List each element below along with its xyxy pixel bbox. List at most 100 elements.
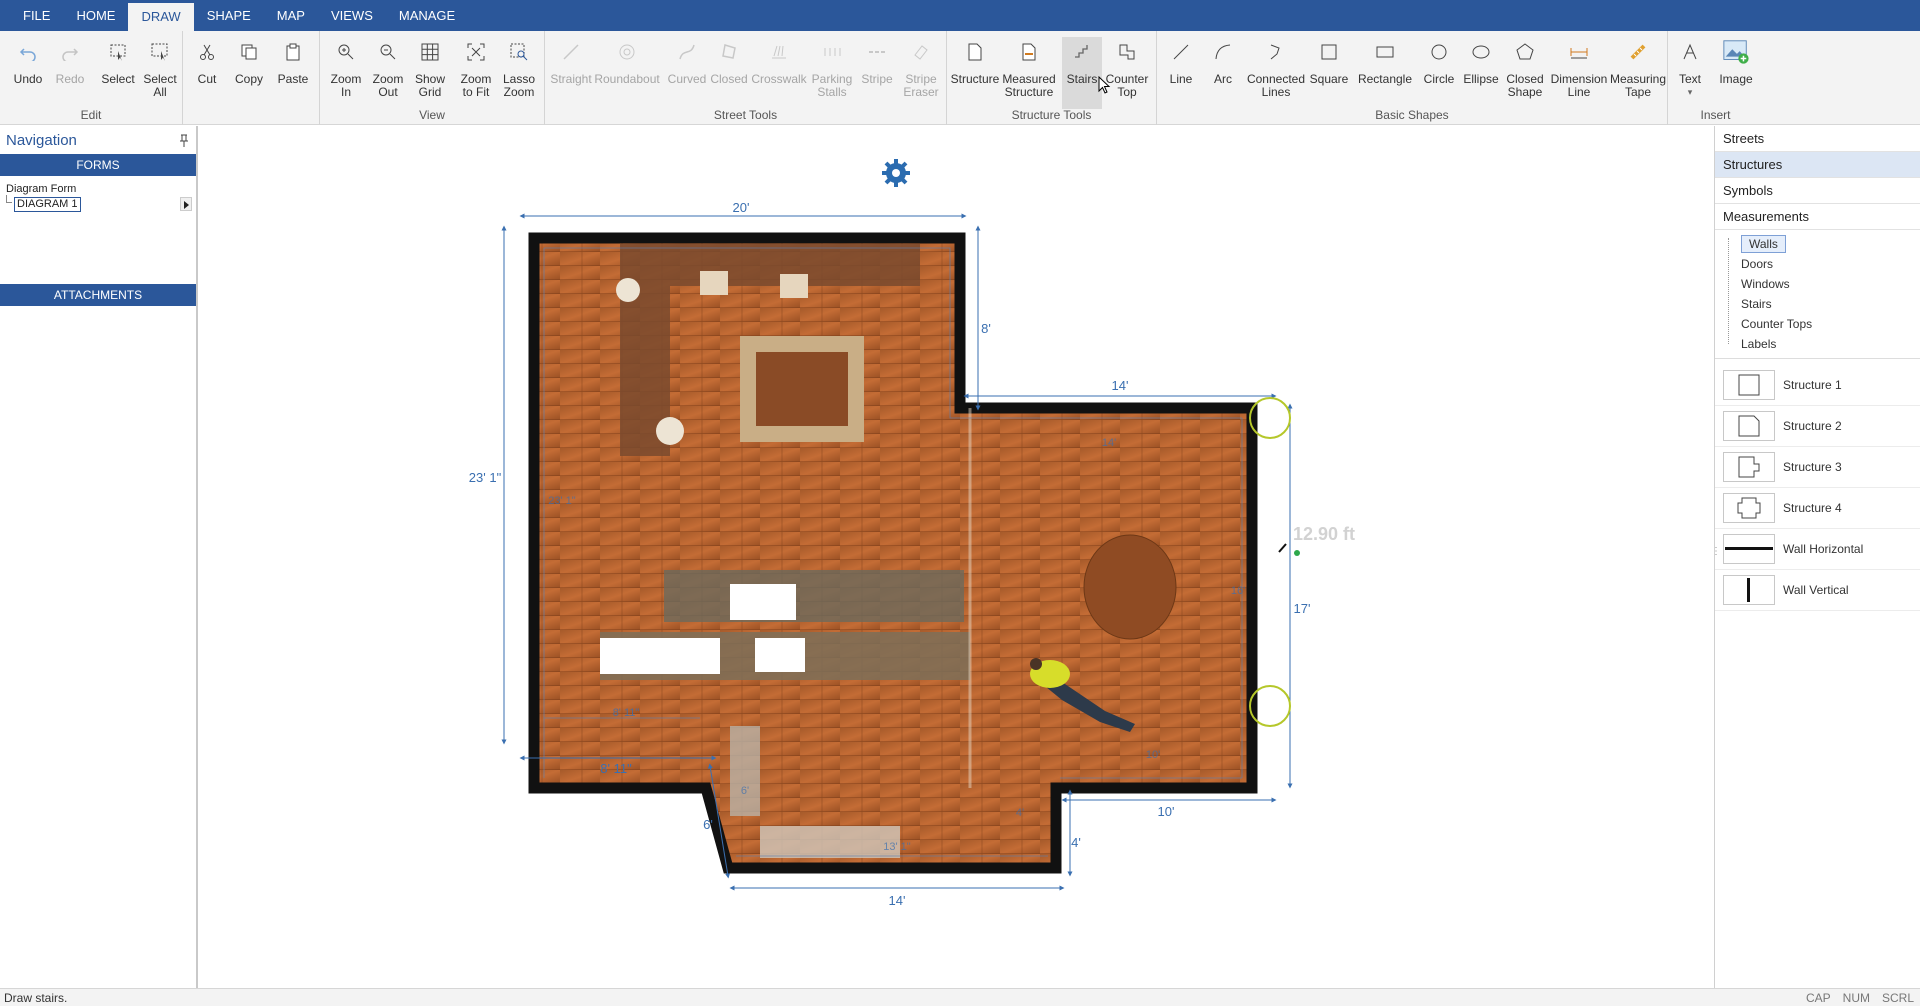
symbol-label: Structure 2	[1783, 419, 1842, 433]
copy-icon	[235, 37, 263, 67]
arc-button[interactable]: Arc	[1203, 37, 1243, 109]
cut-label: Cut	[197, 72, 217, 86]
curved-street-button[interactable]: Curved	[667, 37, 707, 109]
straight-label: Straight	[550, 72, 592, 86]
measured-structure-button[interactable]: Measured Structure	[1001, 37, 1057, 109]
tree-item-labels[interactable]: Labels	[1715, 334, 1920, 354]
num-indicator: NUM	[1842, 991, 1870, 1005]
forms-header[interactable]: FORMS	[0, 154, 196, 176]
measuring-tape-button[interactable]: Measuring Tape	[1610, 37, 1666, 109]
tab-map[interactable]: MAP	[264, 0, 318, 31]
status-bar: Draw stairs. CAP NUM SCRL	[0, 988, 1920, 1006]
gear-icon[interactable]	[882, 159, 910, 187]
symbol-structure-2[interactable]: Structure 2	[1715, 406, 1920, 447]
diagram-form-label: Diagram Form	[6, 183, 77, 195]
undo-button[interactable]: Undo	[8, 37, 48, 109]
zoom-fit-label: Zoom to Fit	[460, 72, 492, 99]
kitchen-island	[664, 570, 964, 622]
crosswalk-button[interactable]: Crosswalk	[751, 37, 807, 109]
paste-icon	[279, 37, 307, 67]
symbol-wall-vertical[interactable]: Wall Vertical	[1715, 570, 1920, 611]
stripe-button[interactable]: Stripe	[857, 37, 897, 109]
connected-lines-button[interactable]: Connected Lines	[1245, 37, 1307, 109]
expand-arrow-button[interactable]	[180, 197, 192, 211]
stairs-button[interactable]: Stairs	[1062, 37, 1102, 109]
tab-file[interactable]: FILE	[10, 0, 63, 31]
section-measurements[interactable]: Measurements	[1715, 204, 1920, 230]
tab-views[interactable]: VIEWS	[318, 0, 386, 31]
rectangle-icon	[1371, 37, 1399, 67]
tree-item-counter-tops[interactable]: Counter Tops	[1715, 314, 1920, 334]
dim-left-height: 23' 1"	[469, 470, 502, 485]
section-structures[interactable]: Structures	[1715, 152, 1920, 178]
zoom-out-button[interactable]: Zoom Out	[368, 37, 408, 109]
tree-item-walls[interactable]: Walls	[1715, 234, 1920, 254]
show-grid-button[interactable]: Show Grid	[410, 37, 450, 109]
straight-street-icon	[557, 37, 585, 67]
tree-item-doors[interactable]: Doors	[1715, 254, 1920, 274]
dim-bottom: 14'	[889, 893, 906, 908]
rectangle-label: Rectangle	[1357, 72, 1413, 86]
attachments-header[interactable]: ATTACHMENTS	[0, 284, 196, 306]
square-icon	[1315, 37, 1343, 67]
closed-street-button[interactable]: Closed	[709, 37, 749, 109]
symbol-structure-4[interactable]: Structure 4	[1715, 488, 1920, 529]
stripe-eraser-button[interactable]: Stripe Eraser	[899, 37, 943, 109]
text-button[interactable]: Text ▾	[1672, 37, 1708, 109]
splitter-handle[interactable]: ⋮	[1711, 546, 1721, 557]
status-indicators: CAP NUM SCRL	[1806, 991, 1914, 1005]
lasso-zoom-button[interactable]: Lasso Zoom	[498, 37, 540, 109]
text-icon	[1676, 37, 1704, 67]
drawing-canvas[interactable]: 20' 23' 1" 23' 1" 8' 14' 14' 17' 16' 10'…	[200, 126, 1712, 988]
tab-draw[interactable]: DRAW	[128, 3, 194, 31]
tree-item-windows[interactable]: Windows	[1715, 274, 1920, 294]
menu-bar: FILE HOME DRAW SHAPE MAP VIEWS MANAGE	[0, 0, 1920, 31]
clipboard-group: Cut Copy Paste	[183, 31, 320, 125]
stripe-eraser-label: Stripe Eraser	[903, 72, 939, 99]
image-button[interactable]: Image	[1714, 37, 1758, 109]
select-button[interactable]: Select	[96, 37, 140, 109]
pillow	[656, 417, 684, 445]
section-symbols[interactable]: Symbols	[1715, 178, 1920, 204]
symbol-wall-horizontal[interactable]: Wall Horizontal	[1715, 529, 1920, 570]
ribbon: Undo Redo Select Select All Edit Cut Cop…	[0, 31, 1920, 125]
tab-manage[interactable]: MANAGE	[386, 0, 468, 31]
circle-button[interactable]: Circle	[1419, 37, 1459, 109]
line-button[interactable]: Line	[1161, 37, 1201, 109]
dim-bottom-left: 8' 11"	[600, 761, 632, 776]
dim-inner-diagonal: 6'	[741, 785, 749, 797]
image-icon	[1722, 37, 1750, 67]
street-tools-group: Straight Roundabout Curved Closed Crossw…	[545, 31, 947, 125]
structure-button[interactable]: Structure	[951, 37, 999, 109]
straight-street-button[interactable]: Straight	[550, 37, 592, 109]
navigation-title: Navigation	[6, 132, 77, 149]
dimension-line-button[interactable]: Dimension Line	[1549, 37, 1609, 109]
redo-button[interactable]: Redo	[50, 37, 90, 109]
square-button[interactable]: Square	[1307, 37, 1351, 109]
ellipse-button[interactable]: Ellipse	[1461, 37, 1501, 109]
diagram-item[interactable]: DIAGRAM 1	[14, 197, 81, 212]
select-all-button[interactable]: Select All	[140, 37, 180, 109]
symbol-structure-1[interactable]: Structure 1	[1715, 365, 1920, 406]
zoom-in-button[interactable]: Zoom In	[326, 37, 366, 109]
tab-shape[interactable]: SHAPE	[194, 0, 264, 31]
paste-button[interactable]: Paste	[271, 37, 315, 109]
tab-home[interactable]: HOME	[63, 0, 128, 31]
dim-inner-right: 16'	[1231, 585, 1245, 597]
symbol-structure-3[interactable]: Structure 3	[1715, 447, 1920, 488]
counter-top-button[interactable]: Counter Top	[1104, 37, 1150, 109]
zoom-to-fit-button[interactable]: Zoom to Fit	[456, 37, 496, 109]
cut-button[interactable]: Cut	[187, 37, 227, 109]
counter-blank	[755, 638, 805, 672]
closed-shape-button[interactable]: Closed Shape	[1503, 37, 1547, 109]
tree-connector	[6, 195, 12, 203]
zoom-fit-icon	[462, 37, 490, 67]
roundabout-button[interactable]: Roundabout	[594, 37, 660, 109]
rectangle-button[interactable]: Rectangle	[1353, 37, 1417, 109]
measured-structure-label: Measured Structure	[1002, 72, 1056, 99]
section-streets[interactable]: Streets	[1715, 126, 1920, 152]
parking-stalls-button[interactable]: Parking Stalls	[809, 37, 855, 109]
copy-button[interactable]: Copy	[229, 37, 269, 109]
tree-item-stairs[interactable]: Stairs	[1715, 294, 1920, 314]
pin-icon[interactable]	[178, 134, 190, 148]
